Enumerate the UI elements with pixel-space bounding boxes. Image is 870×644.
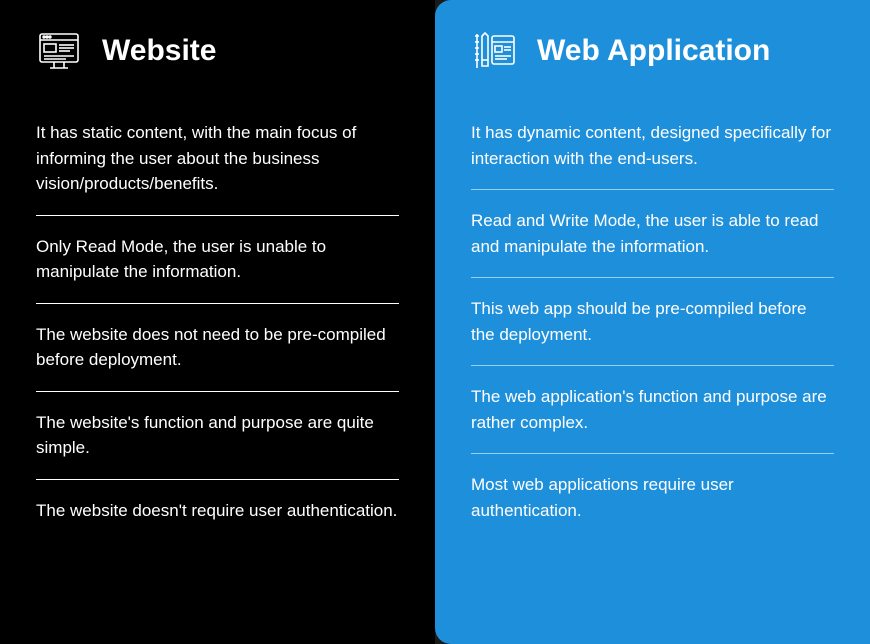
webapp-title: Web Application xyxy=(537,34,770,68)
webapp-header: Web Application xyxy=(471,28,834,74)
webapp-item: Read and Write Mode, the user is able to… xyxy=(471,190,834,278)
website-item: The website's function and purpose are q… xyxy=(36,392,399,480)
webapp-icon xyxy=(471,28,517,74)
webapp-item: The web application's function and purpo… xyxy=(471,366,834,454)
website-column: Website It has static content, with the … xyxy=(0,0,435,644)
webapp-column: Web Application It has dynamic content, … xyxy=(435,0,870,644)
website-title: Website xyxy=(102,34,216,68)
website-header: Website xyxy=(36,28,399,74)
website-item: Only Read Mode, the user is unable to ma… xyxy=(36,216,399,304)
webapp-item: Most web applications require user authe… xyxy=(471,454,834,541)
website-item: The website does not need to be pre-comp… xyxy=(36,304,399,392)
webapp-item: It has dynamic content, designed specifi… xyxy=(471,102,834,190)
website-icon xyxy=(36,28,82,74)
website-item: It has static content, with the main foc… xyxy=(36,102,399,216)
webapp-item: This web app should be pre-compiled befo… xyxy=(471,278,834,366)
website-item: The website doesn't require user authent… xyxy=(36,480,399,542)
